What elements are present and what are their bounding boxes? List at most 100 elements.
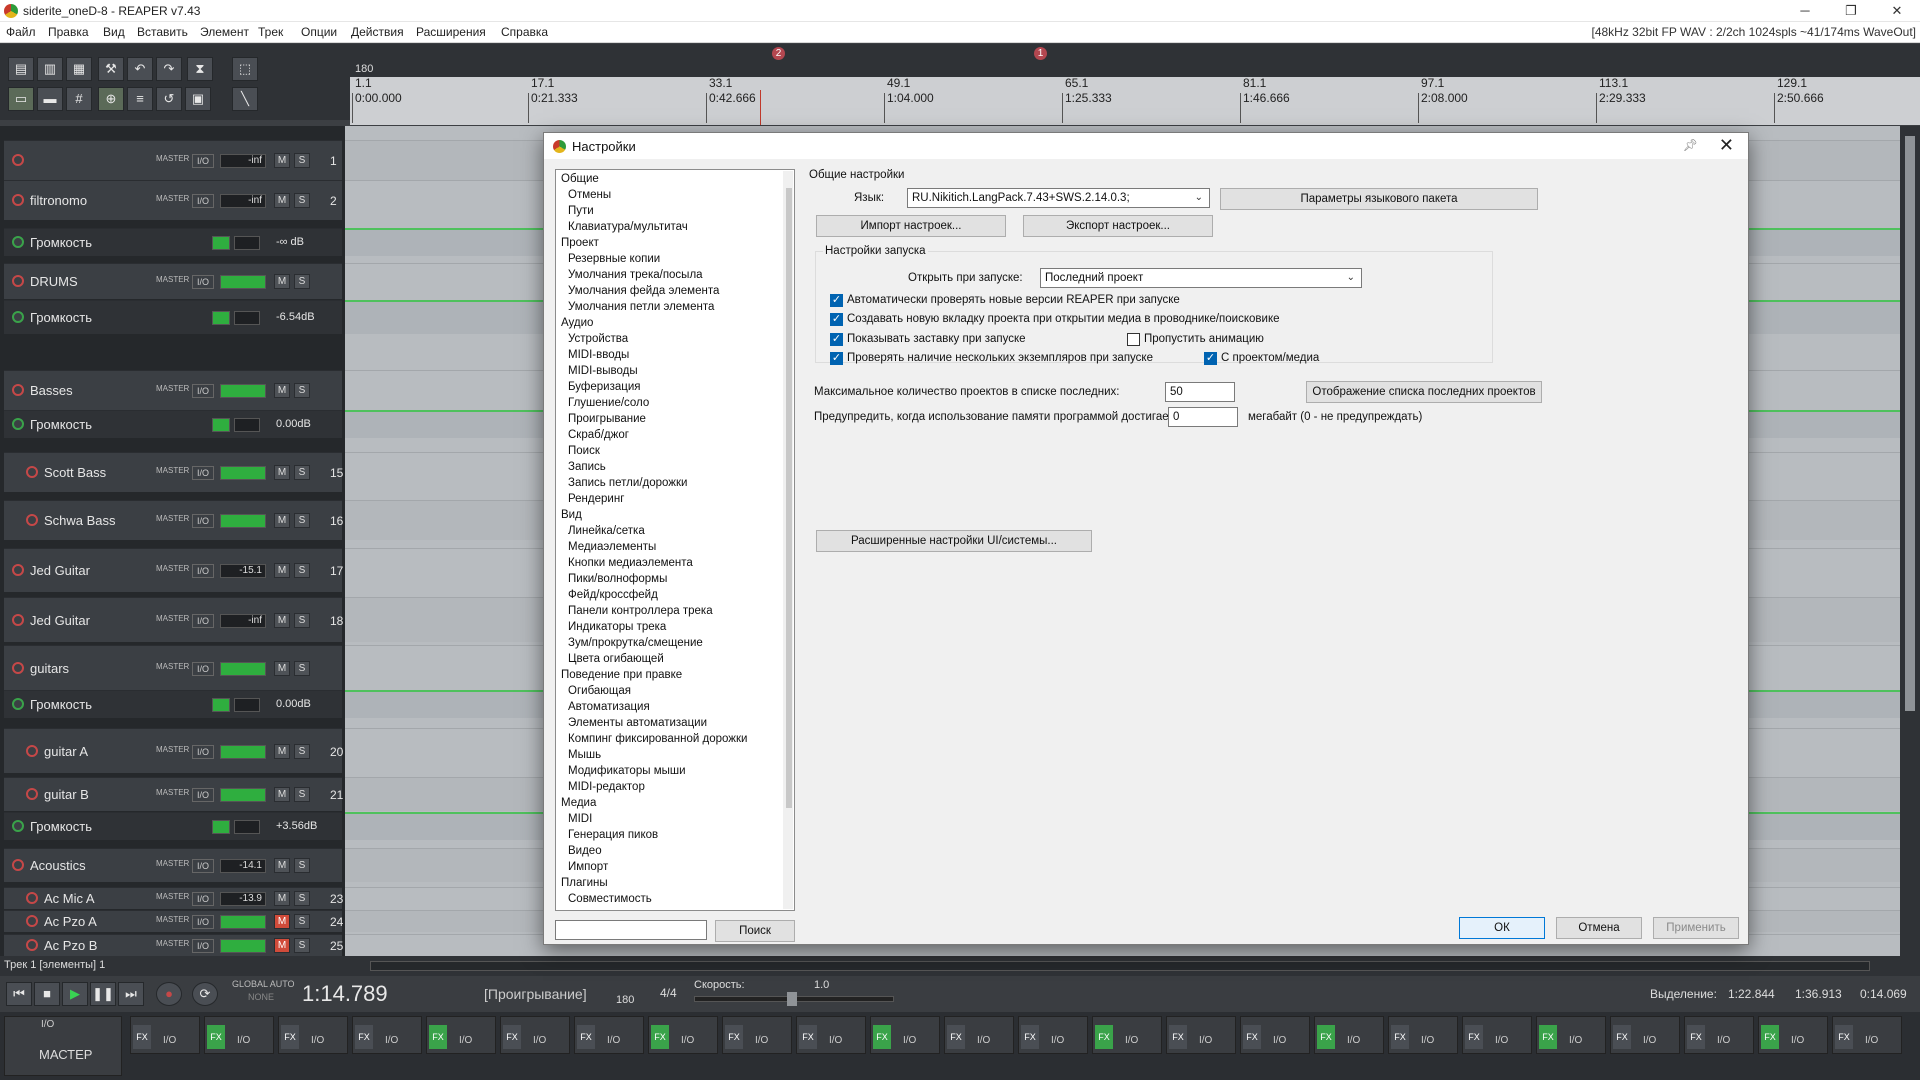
fx-button[interactable]: FX [577,1025,595,1049]
tree-subitem[interactable]: Проигрывание [568,413,646,425]
mixer-channel-strip[interactable]: FX I/O [1832,1016,1902,1054]
tree-category[interactable]: Общие [561,173,599,185]
undo-icon[interactable]: ↶ [127,57,153,81]
mute-button[interactable]: M [274,274,290,289]
envelope-active-toggle[interactable] [212,820,230,834]
channel-io[interactable]: I/O [1569,1035,1582,1046]
fx-button[interactable]: FX [1095,1025,1113,1049]
tree-subitem[interactable]: Кнопки медиаэлемента [568,557,693,569]
tree-subitem[interactable]: Генерация пиков [568,829,658,841]
io-button[interactable]: I/O [192,745,214,759]
solo-button[interactable]: S [294,938,310,953]
mute-button[interactable]: M [274,465,290,480]
envelope-arm-icon[interactable] [12,698,24,710]
channel-io[interactable]: I/O [311,1035,324,1046]
io-button[interactable]: I/O [192,466,214,480]
mem-warn-input[interactable]: 0 [1168,407,1238,427]
track-header[interactable]: Jed Guitar MASTER I/O -15.1 M S 17 [4,548,343,592]
tree-subitem[interactable]: Автоматизация [568,701,650,713]
selection-end[interactable]: 1:36.913 [1795,987,1842,1001]
solo-button[interactable]: S [294,193,310,208]
volume-meter[interactable]: -15.1 [220,564,266,578]
marker-lane[interactable]: 2 1 [350,44,1920,63]
tree-category[interactable]: Проект [561,237,599,249]
channel-io[interactable]: I/O [1717,1035,1730,1046]
mute-button[interactable]: M [274,744,290,759]
menu-view[interactable]: Вид [103,25,125,39]
snap-icon[interactable]: ⊕ [98,87,124,111]
mixer-channel-strip[interactable]: FX I/O [1314,1016,1384,1054]
tree-subitem[interactable]: Устройства [568,333,628,345]
envelope-arm-icon[interactable] [12,820,24,832]
channel-io[interactable]: I/O [1347,1035,1360,1046]
tree-search-button[interactable]: Поиск [715,920,795,942]
multi-instance-checkbox[interactable]: ✓ [830,352,843,365]
record-arm-icon[interactable] [12,384,24,396]
volume-meter[interactable]: -14.1 [220,859,266,873]
record-icon[interactable]: ● [156,982,182,1006]
tree-subitem[interactable]: MIDI [568,813,592,825]
track-header[interactable]: Schwa Bass MASTER I/O M S 16 [4,500,343,540]
master-io[interactable]: I/O [41,1019,54,1030]
tree-subitem[interactable]: Модификаторы мыши [568,765,686,777]
ripple-edit-icon[interactable]: ▭ [8,87,34,111]
channel-io[interactable]: I/O [977,1035,990,1046]
envelope-lane-header[interactable]: Громкость -6.54dB [4,300,342,334]
menu-track[interactable]: Трек [258,25,283,39]
menu-help[interactable]: Справка [501,25,548,39]
record-arm-icon[interactable] [12,614,24,626]
mixer-channel-strip[interactable]: FX I/O [722,1016,792,1054]
razor-edit-icon[interactable]: ╲ [232,87,258,111]
cancel-button[interactable]: Отмена [1556,917,1642,939]
solo-button[interactable]: S [294,465,310,480]
mixer-channel-strip[interactable]: FX I/O [1092,1016,1162,1054]
transport-time[interactable]: 1:14.789 [302,981,388,1007]
mixer-channel-strip[interactable]: FX I/O [574,1016,644,1054]
record-arm-icon[interactable] [12,154,24,166]
io-button[interactable]: I/O [192,275,214,289]
fx-button[interactable]: FX [1243,1025,1261,1049]
tree-subitem[interactable]: Клавиатура/мультитач [568,221,688,233]
mute-button[interactable]: M [274,787,290,802]
mute-button[interactable]: M [274,563,290,578]
record-arm-icon[interactable] [26,788,38,800]
track-header[interactable]: DRUMS MASTER I/O M S [4,263,342,299]
language-dropdown[interactable]: RU.Nikitich.LangPack.7.43+SWS.2.14.0.3; … [907,188,1210,208]
volume-meter[interactable] [220,915,266,929]
bpm-value[interactable]: 180 [616,994,634,1006]
channel-io[interactable]: I/O [1199,1035,1212,1046]
envelope-mode-icon[interactable] [234,418,260,432]
envelope-active-toggle[interactable] [212,418,230,432]
langpack-settings-button[interactable]: Параметры языкового пакета [1220,188,1538,210]
solo-button[interactable]: S [294,274,310,289]
track-name[interactable]: Ac Pzo B [44,938,97,953]
tree-subitem[interactable]: Элементы автоматизации [568,717,707,729]
track-name[interactable]: guitar A [44,744,88,759]
save-project-icon[interactable]: ▦ [66,57,92,81]
tree-subitem[interactable]: Панели контроллера трека [568,605,713,617]
volume-meter[interactable] [220,275,266,289]
envelope-mode-icon[interactable] [234,311,260,325]
tree-subitem[interactable]: Запись [568,461,606,473]
rate-value[interactable]: 1.0 [814,979,829,991]
envelope-active-toggle[interactable] [212,236,230,250]
tree-subitem[interactable]: MIDI-вводы [568,349,629,361]
tree-subitem[interactable]: Пики/волноформы [568,573,667,585]
master-strip[interactable]: I/O МАСТЕР [4,1016,122,1076]
channel-io[interactable]: I/O [533,1035,546,1046]
arrange-vertical-scrollbar[interactable] [1900,126,1920,956]
fx-button[interactable]: FX [1317,1025,1335,1049]
tree-search-input[interactable] [555,920,707,940]
tree-subitem[interactable]: Пути [568,205,594,217]
check-updates-checkbox[interactable]: ✓ [830,294,843,307]
track-header[interactable]: MASTER I/O -inf M S 1 [4,140,342,180]
fx-button[interactable]: FX [503,1025,521,1049]
tree-subitem[interactable]: Глушение/соло [568,397,649,409]
marker-1[interactable]: 1 [1034,47,1047,60]
mixer-channel-strip[interactable]: FX I/O [1462,1016,1532,1054]
volume-meter[interactable] [220,788,266,802]
menu-edit[interactable]: Правка [48,25,89,39]
fx-button[interactable]: FX [1021,1025,1039,1049]
tree-subitem[interactable]: Зум/прокрутка/смещение [568,637,703,649]
io-button[interactable]: I/O [192,662,214,676]
